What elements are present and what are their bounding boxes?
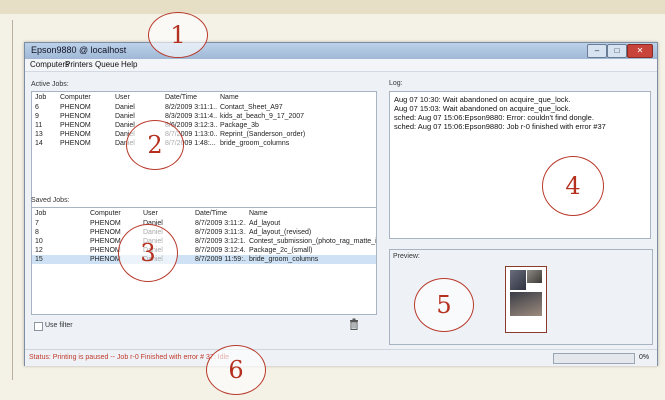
table-row[interactable]: 8PHENOMDaniel8/7/2009 3:11:3...Ad_layout… [32, 228, 376, 237]
menu-queue[interactable]: Queue [95, 60, 119, 69]
job-name: kids_at_beach_9_17_2007 [220, 113, 305, 120]
top-band [0, 0, 665, 14]
column-header-job[interactable]: Job [32, 92, 57, 103]
active-jobs-header: Job Computer User Date/Time Name [32, 92, 376, 103]
job-id: 11 [35, 122, 43, 129]
table-row[interactable]: 11 PHENOM Daniel 8/6/2009 3:12:3... Package_… [32, 121, 376, 130]
job-datetime: 8/7/2009 3:11:2... [195, 220, 246, 227]
job-datetime: 8/7/2009 3:12:1... [195, 238, 246, 245]
callout-6: 6 [206, 345, 266, 395]
menu-help[interactable]: Help [121, 60, 137, 69]
job-id: 13 [35, 131, 43, 138]
table-row-selected[interactable]: 15PHENOMDaniel8/7/2009 11:59:...bride_gr… [32, 255, 376, 264]
menu-computers[interactable]: Computers [30, 60, 69, 69]
status-bar: Status: Printing is paused -- Job r-0 Fi… [25, 349, 657, 366]
status-text: Status: Printing is paused -- Job r-0 Fi… [29, 354, 229, 361]
job-name: Contact_Sheet_A97 [220, 104, 283, 111]
log-line: Aug 07 10:30: Wait abandoned on acquire_… [394, 95, 571, 104]
title-bar[interactable]: Epson9880 @ localhost – □ ✕ [25, 43, 657, 59]
log-line: Aug 07 15:03: Wait abandoned on acquire_… [394, 104, 571, 113]
close-button[interactable]: ✕ [627, 44, 653, 58]
job-datetime: 8/7/2009 3:11:3... [195, 229, 246, 236]
job-name: Reprint_(Sanderson_order) [220, 131, 306, 138]
column-header-datetime[interactable]: Date/Time [192, 208, 246, 219]
job-id: 7 [35, 220, 39, 227]
preview-photo [527, 270, 542, 283]
column-header-computer[interactable]: Computer [57, 92, 112, 103]
progress-percent: 0% [639, 354, 650, 361]
trash-icon[interactable] [349, 317, 359, 335]
job-id: 15 [32, 255, 87, 264]
log-line: sched: Aug 07 15:06:Epson9880: Error: co… [394, 113, 594, 122]
preview-photo [510, 292, 542, 316]
table-row[interactable]: 7PHENOMDaniel8/7/2009 3:11:2...Ad_layout [32, 219, 376, 228]
log-label: Log: [389, 80, 403, 87]
menu-bar: Computers Printers Queue Help [25, 59, 657, 72]
left-rule [12, 20, 13, 380]
job-computer: PHENOM [60, 140, 91, 147]
log-panel[interactable]: Aug 07 10:30: Wait abandoned on acquire_… [389, 91, 651, 239]
column-header-user[interactable]: User [140, 208, 192, 219]
column-header-name[interactable]: Name [217, 92, 376, 103]
job-id: 6 [35, 104, 39, 111]
job-name: Ad_layout_(revised) [249, 229, 312, 236]
job-id: 9 [35, 113, 39, 120]
callout-4: 4 [542, 156, 604, 216]
callout-3: 3 [118, 224, 178, 282]
menu-printers[interactable]: Printers [65, 60, 93, 69]
job-name: Package_2c_(small) [249, 247, 313, 254]
job-id: 12 [35, 247, 43, 254]
column-header-name[interactable]: Name [246, 208, 376, 219]
job-computer: PHENOM [90, 220, 121, 227]
progress-bar [553, 353, 635, 364]
saved-jobs-label: Saved Jobs: [31, 197, 70, 204]
column-header-computer[interactable]: Computer [87, 208, 140, 219]
job-name: Ad_layout [249, 220, 281, 227]
table-row[interactable]: 12PHENOMDaniel8/7/2009 3:12:4...Package_… [32, 246, 376, 255]
log-line: sched: Aug 07 15:06:Epson9880: Job r-0 f… [394, 122, 606, 131]
callout-5: 5 [414, 278, 474, 332]
job-datetime: 8/7/2009 3:12:4... [195, 247, 246, 254]
table-row[interactable]: 14 PHENOM Daniel 8/7/2009 1:48:... bride_gro… [32, 139, 376, 148]
job-name: bride_groom_columns [220, 140, 290, 147]
job-computer: PHENOM [60, 122, 91, 129]
job-datetime: 8/7/2009 11:59:... [192, 255, 246, 264]
saved-jobs-header: Job Computer User Date/Time Name [32, 208, 376, 219]
saved-jobs-table: Job Computer User Date/Time Name 7 PHENOM… [31, 207, 377, 315]
job-name: bride_groom_columns [246, 255, 376, 264]
job-computer: PHENOM [60, 131, 91, 138]
preview-photo [510, 270, 526, 290]
maximize-button[interactable]: □ [607, 44, 627, 58]
column-header-job[interactable]: Job [32, 208, 87, 219]
job-name: Contest_submission_(photo_rag_matte_ink) [249, 238, 376, 245]
table-row[interactable]: 6 PHENOM Daniel 8/2/2009 3:11:1... Contact_S… [32, 103, 376, 112]
job-name: Package_3b [220, 122, 259, 129]
active-jobs-label: Active Jobs: [31, 81, 69, 88]
column-header-user[interactable]: User [112, 92, 162, 103]
window-title: Epson9880 @ localhost [31, 45, 127, 55]
table-row[interactable]: 10PHENOMDaniel8/7/2009 3:12:1...Contest_… [32, 237, 376, 246]
column-header-datetime[interactable]: Date/Time [162, 92, 217, 103]
use-filter-label: Use filter [45, 322, 73, 329]
job-user: Daniel [115, 104, 135, 111]
job-id: 8 [35, 229, 39, 236]
job-datetime: 8/3/2009 3:11:4... [165, 113, 217, 120]
callout-1: 1 [148, 12, 208, 58]
minimize-button[interactable]: – [587, 44, 607, 58]
table-row[interactable]: 9 PHENOM Daniel 8/3/2009 3:11:4... kids_at_b… [32, 112, 376, 121]
job-id: 14 [35, 140, 43, 147]
callout-2: 2 [126, 120, 184, 170]
job-id: 10 [35, 238, 43, 245]
job-datetime: 8/2/2009 3:11:1... [165, 104, 217, 111]
table-row[interactable]: 13 PHENOM Daniel 8/7/2009 1:13:0... Reprint_… [32, 130, 376, 139]
job-computer: PHENOM [60, 113, 91, 120]
job-computer: PHENOM [60, 104, 91, 111]
use-filter-checkbox[interactable] [34, 322, 43, 331]
active-jobs-table: Job Computer User Date/Time Name 6 PHENOM… [31, 91, 377, 213]
preview-label: Preview: [393, 253, 420, 260]
preview-thumbnail[interactable] [505, 266, 547, 333]
